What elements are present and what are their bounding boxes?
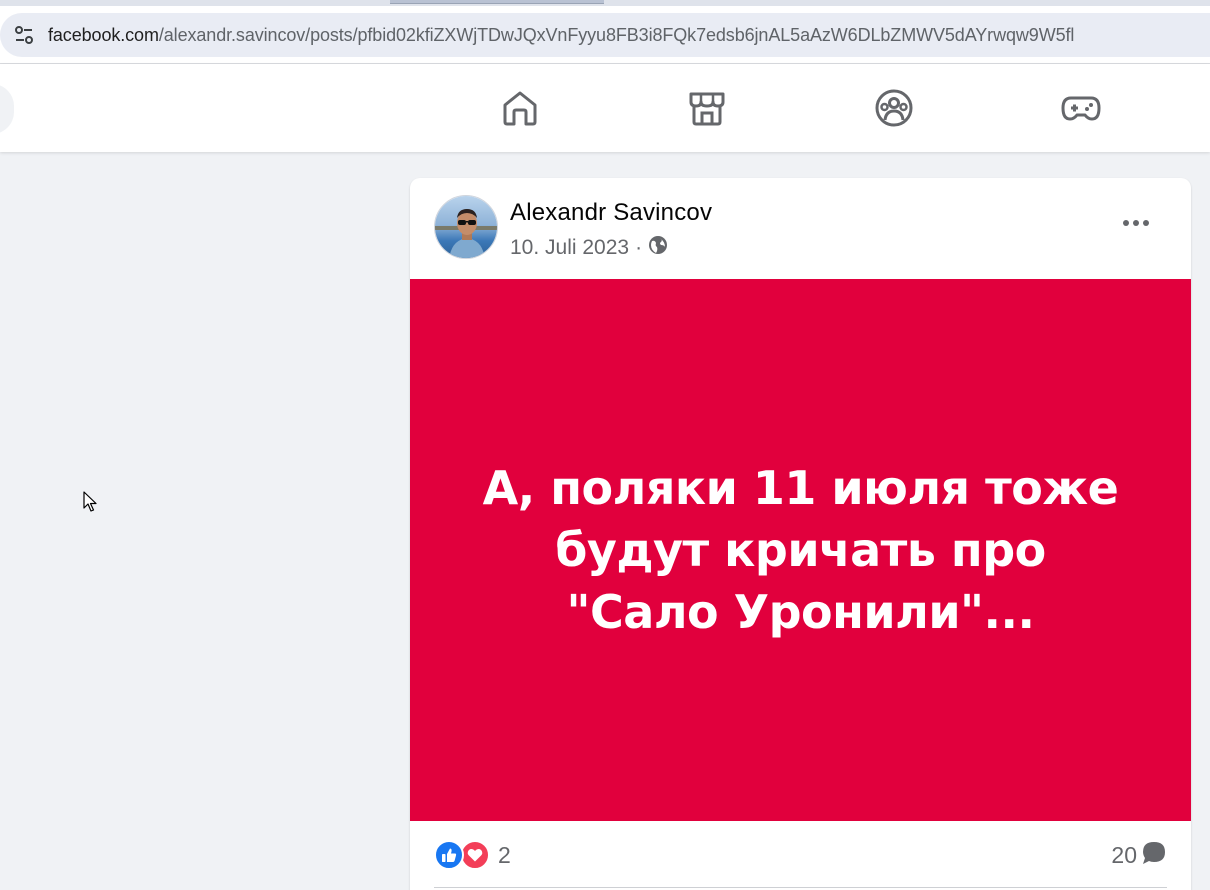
marketplace-icon[interactable] bbox=[685, 86, 729, 130]
meta-separator: · bbox=[635, 236, 643, 259]
post-card: Alexandr Savincov 10. Juli 2023 · А, пол… bbox=[410, 178, 1191, 890]
reactions-summary[interactable]: 2 bbox=[434, 838, 511, 872]
address-bar[interactable]: facebook.com/alexandr.savincov/posts/pfb… bbox=[0, 13, 1210, 57]
tab-strip bbox=[0, 0, 1210, 6]
love-icon bbox=[460, 840, 490, 870]
post-image-text: А, поляки 11 июля тоже будут кричать про… bbox=[482, 461, 1119, 639]
avatar[interactable] bbox=[434, 195, 498, 259]
tune-icon[interactable] bbox=[4, 15, 44, 55]
post-meta: 10. Juli 2023 · bbox=[510, 235, 668, 261]
search-button[interactable] bbox=[0, 84, 14, 134]
url-text[interactable]: facebook.com/alexandr.savincov/posts/pfb… bbox=[48, 25, 1074, 46]
like-icon bbox=[434, 840, 464, 870]
browser-toolbar: facebook.com/alexandr.savincov/posts/pfb… bbox=[0, 0, 1210, 64]
facebook-header bbox=[0, 64, 1210, 152]
groups-icon[interactable] bbox=[872, 86, 916, 130]
mouse-cursor-icon bbox=[83, 491, 99, 513]
author-name[interactable]: Alexandr Savincov bbox=[510, 199, 712, 227]
home-icon[interactable] bbox=[498, 86, 542, 130]
comment-count[interactable]: 20 bbox=[1111, 842, 1137, 869]
url-host: facebook.com bbox=[48, 24, 159, 45]
post-divider bbox=[434, 887, 1167, 888]
globe-icon bbox=[648, 235, 668, 261]
more-dots-icon[interactable] bbox=[1112, 205, 1160, 241]
reaction-count[interactable]: 2 bbox=[498, 842, 511, 869]
comments-summary[interactable]: 20 bbox=[1111, 838, 1167, 872]
post-date[interactable]: 10. Juli 2023 bbox=[510, 236, 629, 260]
active-tab[interactable] bbox=[390, 0, 604, 4]
comment-icon bbox=[1141, 840, 1167, 871]
post-image[interactable]: А, поляки 11 июля тоже будут кричать про… bbox=[410, 279, 1191, 821]
url-path: /alexandr.savincov/posts/pfbid02kfiZXWjT… bbox=[158, 24, 1075, 45]
gaming-icon[interactable] bbox=[1059, 86, 1103, 130]
